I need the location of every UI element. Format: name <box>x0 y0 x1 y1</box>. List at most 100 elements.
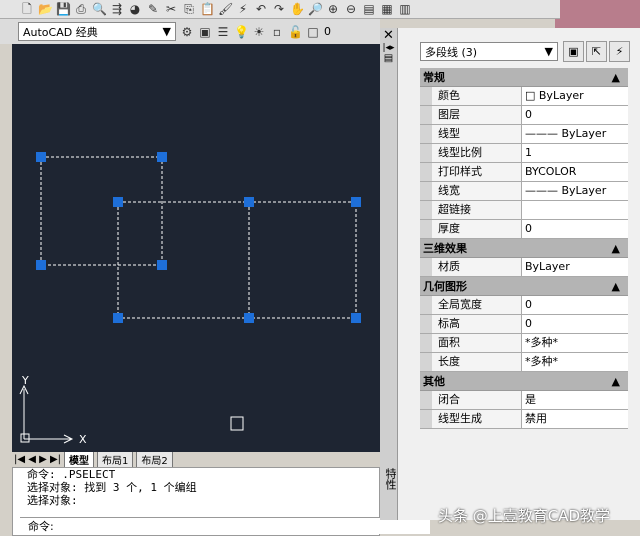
layer-name[interactable]: 0 <box>324 25 331 38</box>
property-label: 厚度 <box>432 220 522 238</box>
property-value[interactable]: ——— ByLayer <box>522 125 628 143</box>
property-value[interactable] <box>522 201 628 219</box>
workspace-icon[interactable]: ▣ <box>198 25 212 39</box>
property-value[interactable]: 0 <box>522 296 628 314</box>
freeze-icon[interactable]: ▫ <box>270 25 284 39</box>
palette-titlebar[interactable]: ✕ |◂▸ ▤ 特性 <box>380 28 398 520</box>
row-indent <box>420 258 432 276</box>
preview-icon[interactable]: 🔍 <box>92 2 107 16</box>
redo-icon[interactable]: ↷ <box>272 2 286 16</box>
property-label: 线型 <box>432 125 522 143</box>
save-icon[interactable]: 💾 <box>56 2 71 16</box>
row-indent <box>420 182 432 200</box>
property-row[interactable]: 材质 ByLayer <box>420 258 628 277</box>
property-value[interactable]: 0 <box>522 315 628 333</box>
property-value[interactable]: *多种* <box>522 334 628 352</box>
property-value[interactable]: *多种* <box>522 353 628 371</box>
collapse-icon[interactable]: ▲ <box>612 375 620 388</box>
collapse-icon[interactable]: ▲ <box>612 280 620 293</box>
property-row[interactable]: 线型比例 1 <box>420 144 628 163</box>
select-objects-button[interactable]: ⇱ <box>586 41 607 62</box>
property-value[interactable]: ——— ByLayer <box>522 182 628 200</box>
cut-icon[interactable]: ✂ <box>164 2 178 16</box>
polyline-rect-1[interactable] <box>40 156 163 266</box>
property-row[interactable]: 线宽 ——— ByLayer <box>420 182 628 201</box>
ucs-y-label: Y <box>21 374 29 387</box>
property-row[interactable]: 长度 *多种* <box>420 353 628 372</box>
layer-manager-icon[interactable]: ☰ <box>216 25 230 39</box>
polyline-rect-2[interactable] <box>117 201 357 319</box>
workspace-select[interactable]: AutoCAD 经典 ▼ <box>18 22 176 41</box>
property-row[interactable]: 标高 0 <box>420 315 628 334</box>
property-row[interactable]: 线型生成 禁用 <box>420 410 628 429</box>
section-header[interactable]: 几何图形 ▲ <box>420 277 628 296</box>
close-icon[interactable]: ✕ <box>380 28 397 43</box>
3d-icon[interactable]: ◕ <box>128 2 142 16</box>
property-row[interactable]: 超链接 <box>420 201 628 220</box>
property-label: 打印样式 <box>432 163 522 181</box>
row-indent <box>420 144 432 162</box>
workspace-toolbar: AutoCAD 经典 ▼ ⚙ ▣ ☰ 💡 ☀ ▫ 🔓 □ 0 <box>0 19 380 44</box>
property-value[interactable]: 1 <box>522 144 628 162</box>
autohide-icon[interactable]: |◂▸ <box>380 43 397 53</box>
section-title: 常规 <box>423 71 445 84</box>
property-value[interactable]: BYCOLOR <box>522 163 628 181</box>
gear-icon[interactable]: ⚙ <box>180 25 194 39</box>
property-row[interactable]: 全局宽度 0 <box>420 296 628 315</box>
property-value[interactable]: ByLayer <box>522 258 628 276</box>
property-row[interactable]: 颜色 □ ByLayer <box>420 87 628 106</box>
pickadd-toggle-button[interactable]: ▣ <box>563 41 584 62</box>
property-value[interactable]: 是 <box>522 391 628 409</box>
section-header[interactable]: 其他 ▲ <box>420 372 628 391</box>
match-icon[interactable]: 🖌 <box>218 2 233 16</box>
tab-layout1[interactable]: 布局1 <box>97 451 134 468</box>
publish-icon[interactable]: ⇶ <box>110 2 124 16</box>
chevron-down-icon: ▼ <box>544 45 553 58</box>
selection-dropdown[interactable]: 多段线 (3) ▼ <box>420 42 558 61</box>
cursor-pickbox <box>230 416 244 431</box>
property-row[interactable]: 线型 ——— ByLayer <box>420 125 628 144</box>
ucs-x-label: X <box>79 433 87 446</box>
collapse-icon[interactable]: ▲ <box>612 242 620 255</box>
properties-icon[interactable]: ▤ <box>362 2 376 16</box>
property-value[interactable]: 0 <box>522 106 628 124</box>
undo-icon[interactable]: ↶ <box>254 2 268 16</box>
property-value[interactable]: □ ByLayer <box>522 87 628 105</box>
new-icon[interactable]: 🗋 <box>20 2 34 16</box>
tab-layout2[interactable]: 布局2 <box>136 451 173 468</box>
palette-title: 特性 <box>384 468 397 490</box>
property-row[interactable]: 图层 0 <box>420 106 628 125</box>
drawing-canvas[interactable]: Y X <box>12 44 380 453</box>
print-icon[interactable]: ⎙ <box>74 2 88 16</box>
quick-select-button[interactable]: ⚡ <box>609 41 630 62</box>
tool-palette-icon[interactable]: ▥ <box>398 2 412 16</box>
palette-menu-icon[interactable]: ▤ <box>380 53 397 64</box>
property-row[interactable]: 面积 *多种* <box>420 334 628 353</box>
lock-icon[interactable]: 🔓 <box>288 25 303 39</box>
collapse-icon[interactable]: ▲ <box>612 71 620 84</box>
design-center-icon[interactable]: ▦ <box>380 2 394 16</box>
paste-icon[interactable]: 📋 <box>200 2 215 16</box>
row-indent <box>420 315 432 333</box>
property-row[interactable]: 打印样式 BYCOLOR <box>420 163 628 182</box>
property-row[interactable]: 闭合是 <box>420 391 628 410</box>
open-icon[interactable]: 📂 <box>38 2 53 16</box>
pan-icon[interactable]: ✋ <box>290 2 305 16</box>
section-header[interactable]: 三维效果 ▲ <box>420 239 628 258</box>
command-input[interactable]: 命令: <box>20 517 430 534</box>
property-label: 材质 <box>432 258 522 276</box>
block-icon[interactable]: ⚡ <box>236 2 250 16</box>
property-row[interactable]: 厚度 0 <box>420 220 628 239</box>
sun-icon[interactable]: ☀ <box>252 25 266 39</box>
property-value[interactable]: 禁用 <box>522 410 628 428</box>
zoom-icon[interactable]: 🔎 <box>308 2 323 16</box>
section-header[interactable]: 常规 ▲ <box>420 68 628 87</box>
zoom-window-icon[interactable]: ⊕ <box>326 2 340 16</box>
edit-icon[interactable]: ✎ <box>146 2 160 16</box>
copy-icon[interactable]: ⎘ <box>182 2 196 16</box>
property-value[interactable]: 0 <box>522 220 628 238</box>
bulb-icon[interactable]: 💡 <box>234 25 249 39</box>
zoom-prev-icon[interactable]: ⊖ <box>344 2 358 16</box>
tab-model[interactable]: 模型 <box>64 451 95 468</box>
tab-nav-icon[interactable]: |◀ ◀ ▶ ▶| <box>14 454 61 465</box>
